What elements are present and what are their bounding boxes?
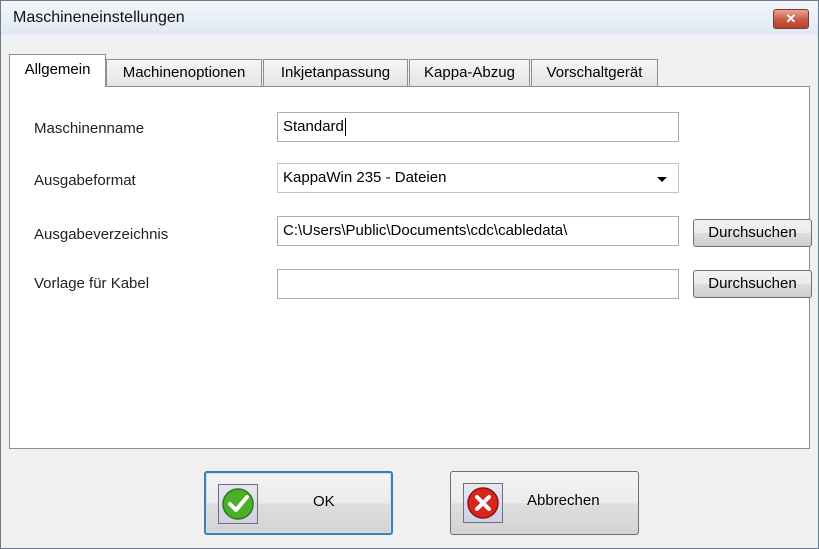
output-dir-label: Ausgabeverzeichnis xyxy=(34,226,169,243)
checkmark-icon xyxy=(218,484,258,524)
cancel-label: Abbrechen xyxy=(527,492,600,509)
tab-machinenoptionen[interactable]: Machinenoptionen xyxy=(106,59,262,86)
output-format-select[interactable]: KappaWin 235 - Dateien xyxy=(277,163,679,193)
cable-template-input[interactable] xyxy=(277,269,679,299)
machine-name-input[interactable]: Standard xyxy=(277,112,679,142)
tab-label: Kappa-Abzug xyxy=(424,64,515,81)
tab-label: Vorschaltgerät xyxy=(546,64,643,81)
output-dir-value: C:\Users\Public\Documents\cdc\cabledata\ xyxy=(283,222,568,239)
cancel-button[interactable]: Abbrechen xyxy=(450,471,639,535)
output-format-value: KappaWin 235 - Dateien xyxy=(283,169,447,186)
tab-label: Machinenoptionen xyxy=(122,64,246,81)
close-button[interactable]: ✕ xyxy=(773,9,809,29)
tab-vorschaltgeraet[interactable]: Vorschaltgerät xyxy=(531,59,658,86)
machine-name-value: Standard xyxy=(283,118,344,135)
tab-allgemein[interactable]: Allgemein xyxy=(9,54,106,87)
window-title: Maschineneinstellungen xyxy=(13,9,185,26)
output-dir-input[interactable]: C:\Users\Public\Documents\cdc\cabledata\ xyxy=(277,216,679,246)
ok-button[interactable]: OK xyxy=(204,471,393,535)
general-tab-panel: Maschinenname Standard Ausgabeformat Kap… xyxy=(9,86,812,449)
cancel-x-icon xyxy=(463,483,503,523)
tab-label: Allgemein xyxy=(24,61,91,78)
text-caret xyxy=(344,118,346,137)
browse-cable-template-button[interactable]: Durchsuchen xyxy=(693,270,812,298)
tab-kappa-abzug[interactable]: Kappa-Abzug xyxy=(409,59,530,86)
tab-inkjetanpassung[interactable]: Inkjetanpassung xyxy=(263,59,408,86)
close-icon: ✕ xyxy=(785,11,797,26)
ok-label: OK xyxy=(313,493,335,510)
title-bar[interactable]: Maschineneinstellungen ✕ xyxy=(1,1,818,35)
chevron-down-icon xyxy=(657,177,667,182)
output-format-label: Ausgabeformat xyxy=(34,172,136,189)
browse-output-dir-button[interactable]: Durchsuchen xyxy=(693,219,812,247)
cable-template-label: Vorlage für Kabel xyxy=(34,275,150,292)
machine-name-label: Maschinenname xyxy=(34,120,145,137)
tab-label: Inkjetanpassung xyxy=(280,64,391,81)
settings-dialog: Maschineneinstellungen ✕ Allgemein Machi… xyxy=(0,0,819,549)
